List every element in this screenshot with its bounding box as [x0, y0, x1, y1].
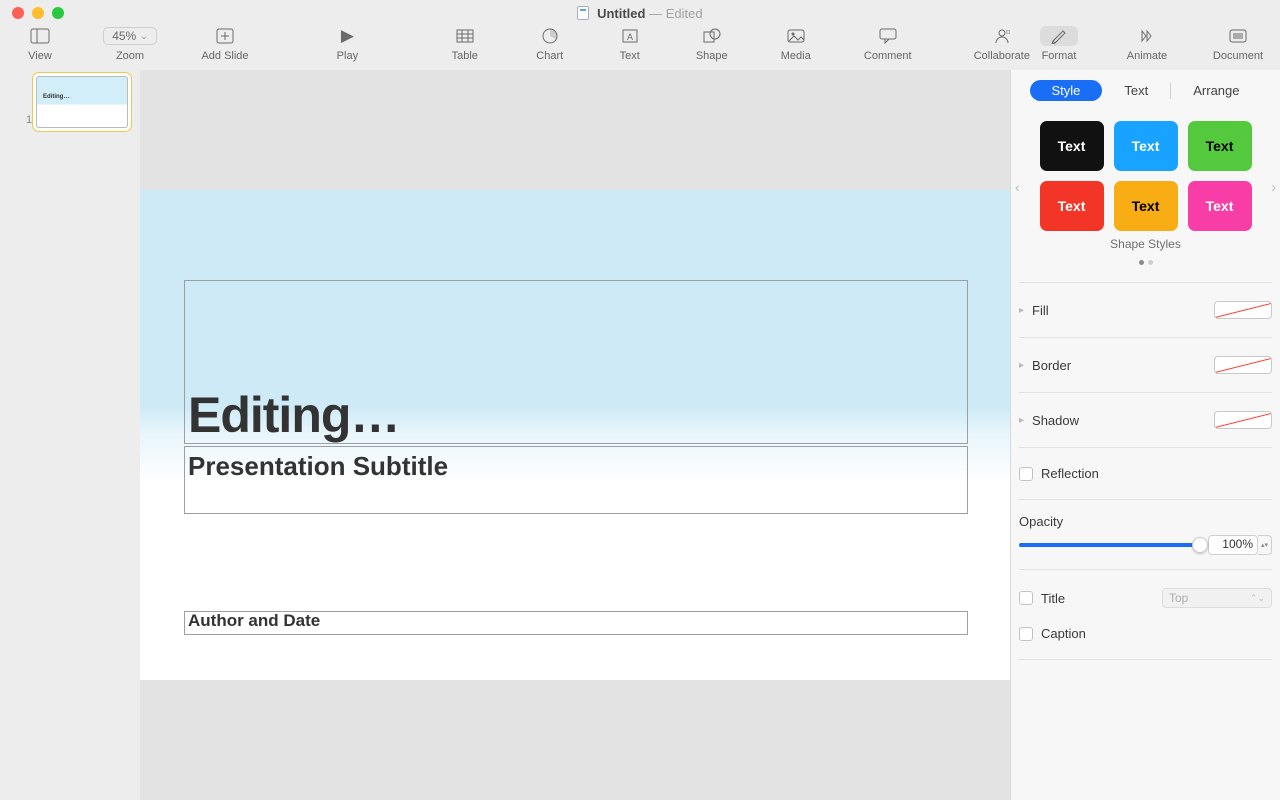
- chart-icon: [542, 26, 558, 46]
- window-title: Untitled — Edited: [0, 6, 1280, 21]
- shadow-row[interactable]: ▸ Shadow: [1019, 407, 1272, 433]
- format-icon: [1040, 26, 1078, 46]
- media-icon: [787, 26, 805, 46]
- plus-icon: [216, 26, 234, 46]
- play-button[interactable]: ▶ Play: [326, 26, 370, 62]
- chevron-down-icon: ⌄: [140, 31, 148, 42]
- caption-checkbox[interactable]: [1019, 627, 1033, 641]
- shape-icon: [703, 26, 721, 46]
- chart-button[interactable]: Chart: [525, 26, 575, 62]
- slide-navigator[interactable]: 1 Editing…: [0, 70, 140, 800]
- animate-icon: [1138, 26, 1156, 46]
- slide-title-text[interactable]: Editing…: [188, 386, 399, 444]
- slide-subtitle-text[interactable]: Presentation Subtitle: [188, 451, 448, 482]
- tab-text[interactable]: Text: [1102, 80, 1170, 101]
- opacity-section: Opacity 100% ▴▾: [1019, 514, 1272, 555]
- tab-style[interactable]: Style: [1030, 80, 1103, 101]
- text-button[interactable]: A Text: [605, 26, 655, 62]
- add-slide-button[interactable]: Add Slide: [190, 26, 260, 62]
- style-page-dots: [1019, 253, 1272, 268]
- tab-arrange[interactable]: Arrange: [1171, 80, 1261, 101]
- comment-button[interactable]: Comment: [853, 26, 923, 62]
- style-swatch-green[interactable]: Text: [1188, 121, 1252, 171]
- view-button[interactable]: View: [10, 26, 70, 62]
- comment-icon: [879, 26, 897, 46]
- reflection-row[interactable]: Reflection: [1019, 462, 1272, 485]
- document-edited-label: — Edited: [649, 6, 702, 21]
- styles-next-button[interactable]: ›: [1271, 179, 1276, 195]
- opacity-stepper[interactable]: ▴▾: [1258, 535, 1272, 555]
- title-row[interactable]: Title Top ⌃⌄: [1019, 584, 1272, 612]
- format-inspector: Style Text Arrange ‹ › Text Text Text Te…: [1010, 70, 1280, 800]
- toolbar: View 45% ⌄ Zoom Add Slide ▶ Play: [0, 26, 1280, 70]
- zoom-button[interactable]: 45% ⌄ Zoom: [100, 26, 160, 62]
- table-icon: [456, 26, 474, 46]
- slide-author-text[interactable]: Author and Date: [188, 611, 320, 631]
- opacity-value-field[interactable]: 100%: [1208, 535, 1258, 555]
- slide[interactable]: Editing… Presentation Subtitle Author an…: [140, 190, 1010, 680]
- reflection-checkbox[interactable]: [1019, 467, 1033, 481]
- view-icon: [30, 26, 50, 46]
- border-swatch-none[interactable]: [1214, 356, 1272, 374]
- select-caret-icon: ⌃⌄: [1250, 593, 1265, 604]
- table-button[interactable]: Table: [435, 26, 495, 62]
- document-button[interactable]: Document: [1206, 26, 1270, 62]
- disclosure-icon: ▸: [1019, 360, 1024, 371]
- inspector-tabs: Style Text Arrange: [1019, 80, 1272, 101]
- media-button[interactable]: Media: [769, 26, 823, 62]
- animate-button[interactable]: Animate: [1118, 26, 1176, 62]
- svg-text:A: A: [627, 32, 633, 42]
- slide-number: 1: [26, 114, 32, 126]
- format-button[interactable]: Format: [1030, 26, 1088, 62]
- styles-prev-button[interactable]: ‹: [1015, 179, 1020, 195]
- slide-canvas[interactable]: Editing… Presentation Subtitle Author an…: [140, 70, 1010, 800]
- style-swatch-orange[interactable]: Text: [1114, 181, 1178, 231]
- play-icon: ▶: [341, 26, 354, 46]
- shape-style-grid: Text Text Text Text Text Text: [1019, 117, 1272, 235]
- style-swatch-pink[interactable]: Text: [1188, 181, 1252, 231]
- opacity-slider[interactable]: [1019, 543, 1200, 547]
- shadow-swatch-none[interactable]: [1214, 411, 1272, 429]
- style-swatch-blue[interactable]: Text: [1114, 121, 1178, 171]
- border-row[interactable]: ▸ Border: [1019, 352, 1272, 378]
- fill-row[interactable]: ▸ Fill: [1019, 297, 1272, 323]
- shape-styles-caption: Shape Styles: [1019, 237, 1272, 251]
- slide-thumbnail[interactable]: 1 Editing…: [6, 76, 134, 128]
- text-icon: A: [622, 26, 638, 46]
- disclosure-icon: ▸: [1019, 415, 1024, 426]
- caption-row[interactable]: Caption: [1019, 622, 1272, 645]
- document-name: Untitled: [597, 6, 645, 21]
- collaborate-icon: [992, 26, 1012, 46]
- document-icon: [577, 6, 589, 20]
- style-swatch-black[interactable]: Text: [1040, 121, 1104, 171]
- zoom-value-pill[interactable]: 45% ⌄: [103, 27, 157, 45]
- title-position-select[interactable]: Top ⌃⌄: [1162, 588, 1272, 608]
- collaborate-button[interactable]: Collaborate: [974, 26, 1030, 62]
- title-checkbox[interactable]: [1019, 591, 1033, 605]
- style-swatch-red[interactable]: Text: [1040, 181, 1104, 231]
- document-icon: [1229, 26, 1247, 46]
- fill-swatch-none[interactable]: [1214, 301, 1272, 319]
- titlebar: Untitled — Edited: [0, 0, 1280, 26]
- disclosure-icon: ▸: [1019, 305, 1024, 316]
- opacity-label: Opacity: [1019, 514, 1272, 529]
- shape-button[interactable]: Shape: [685, 26, 739, 62]
